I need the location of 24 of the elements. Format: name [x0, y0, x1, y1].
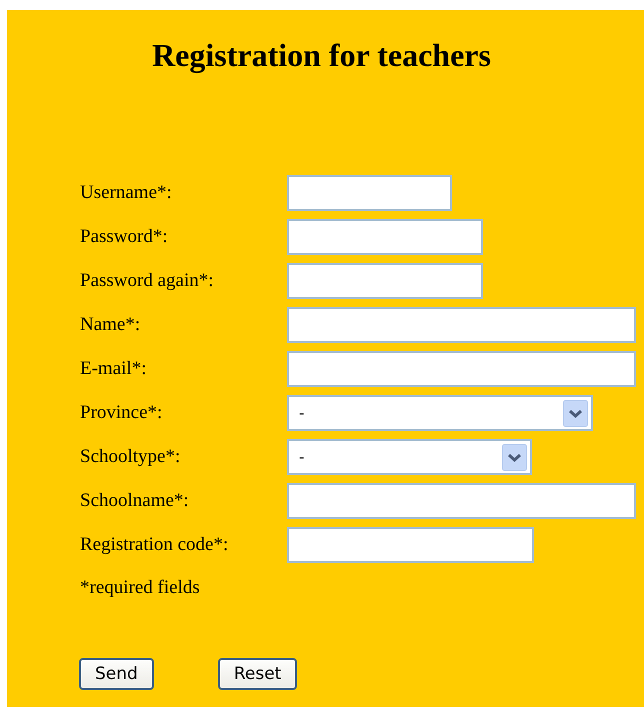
- field-label: Password*:: [80, 226, 169, 248]
- text-field[interactable]: [287, 307, 636, 343]
- form-button[interactable]: Send: [79, 658, 154, 690]
- field-label: Schooltype*:: [80, 446, 182, 468]
- field-label: E-mail*:: [80, 358, 148, 380]
- field-label: Schoolname*:: [80, 490, 190, 512]
- text-field[interactable]: [287, 527, 534, 563]
- password-field[interactable]: [287, 263, 483, 299]
- password-field[interactable]: [287, 219, 483, 255]
- page-title: Registration for teachers: [151, 36, 492, 74]
- form-button[interactable]: Reset: [218, 658, 298, 690]
- field-label: Name*:: [80, 314, 142, 336]
- required-note: *required fields: [80, 577, 201, 599]
- field-label: Registration code*:: [80, 534, 230, 556]
- text-field[interactable]: [287, 483, 636, 519]
- text-field[interactable]: [287, 175, 452, 211]
- dropdown[interactable]: -: [287, 439, 532, 475]
- field-label: Username*:: [80, 182, 173, 204]
- chevron-down-icon: [502, 444, 527, 470]
- text-field[interactable]: [287, 351, 636, 387]
- field-label: Password again*:: [80, 270, 215, 292]
- field-label: Province*:: [80, 402, 164, 424]
- dropdown[interactable]: -: [287, 395, 593, 431]
- chevron-down-icon: [563, 400, 588, 426]
